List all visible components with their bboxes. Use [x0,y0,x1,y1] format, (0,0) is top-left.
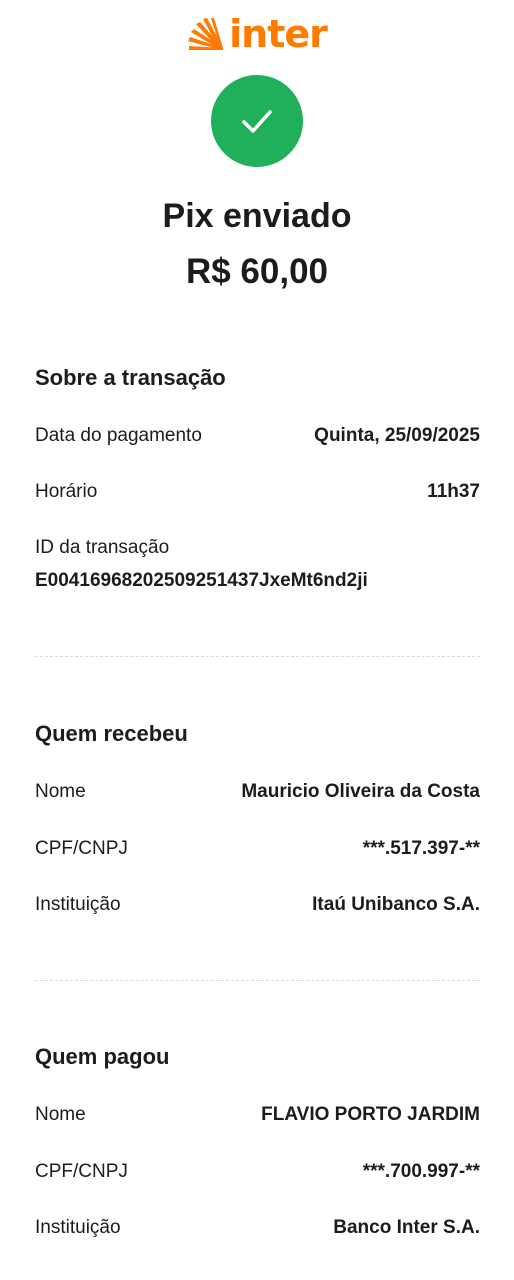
payer-bank-label: Instituição [35,1217,121,1238]
row-receiver-name: Nome Mauricio Oliveira da Costa [35,780,480,804]
transaction-id-label: ID da transação [35,537,170,558]
receiver-name-label: Nome [35,781,86,802]
receiver-document-label: CPF/CNPJ [35,838,128,859]
payer-name-label: Nome [35,1104,86,1125]
row-payer-bank: Instituição Banco Inter S.A. [35,1216,480,1240]
section-title-payer: Quem pagou [35,1044,170,1069]
receiver-bank-value: Itaú Unibanco S.A. [312,894,480,915]
section-title-transaction: Sobre a transação [35,365,226,390]
payment-time-value: 11h37 [427,481,480,502]
check-icon [242,110,272,133]
payer-bank-value: Banco Inter S.A. [333,1217,480,1238]
brand-name: inter [229,12,328,56]
row-payment-time: Horário 11h37 [35,480,480,504]
payment-time-label: Horário [35,481,98,502]
row-payer-name: Nome FLAVIO PORTO JARDIM [35,1103,480,1127]
divider [35,980,480,981]
payer-document-value: ***.700.997-** [362,1161,480,1182]
receiver-document-value: ***.517.397-** [362,838,480,859]
payer-name-value: FLAVIO PORTO JARDIM [261,1104,480,1125]
success-badge [211,75,303,167]
inter-sunburst-icon [188,18,224,50]
transaction-id-value[interactable]: E00416968202509251437JxeMt6nd2ji [35,569,368,593]
row-payment-date: Data do pagamento Quinta, 25/09/2025 [35,424,480,448]
payment-date-value: Quinta, 25/09/2025 [314,425,480,446]
receiver-name-value: Mauricio Oliveira da Costa [241,781,480,802]
inter-logo: inter [0,14,514,54]
divider [35,656,480,657]
payer-document-label: CPF/CNPJ [35,1161,128,1182]
section-title-receiver: Quem recebeu [35,721,188,746]
receiver-bank-label: Instituição [35,894,121,915]
row-payer-document: CPF/CNPJ ***.700.997-** [35,1160,480,1184]
payment-date-label: Data do pagamento [35,425,202,446]
row-receiver-document: CPF/CNPJ ***.517.397-** [35,837,480,861]
row-receiver-bank: Instituição Itaú Unibanco S.A. [35,893,480,917]
transfer-amount: R$ 60,00 [185,252,329,291]
page-title: Pix enviado [162,197,352,235]
